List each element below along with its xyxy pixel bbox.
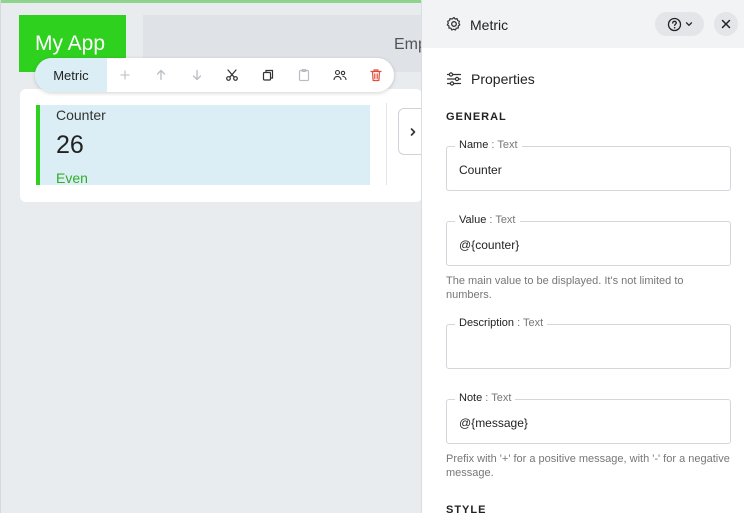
properties-section-header: Properties: [446, 71, 535, 87]
note-field-legend: Note : Text: [455, 392, 516, 404]
close-button[interactable]: [714, 12, 738, 36]
progress-accent-bar: [1, 0, 421, 3]
delete-button[interactable]: [358, 58, 394, 92]
chevron-down-icon: [685, 22, 692, 26]
gear-icon: [446, 16, 461, 31]
trash-icon: [370, 69, 382, 82]
toolbar-component-label[interactable]: Metric: [35, 58, 107, 92]
move-up-button[interactable]: [143, 58, 179, 92]
panel-title: Metric: [470, 17, 509, 33]
metric-value: 26: [56, 131, 84, 159]
panel-header: Metric: [422, 0, 744, 48]
move-down-button[interactable]: [179, 58, 215, 92]
metric-widget[interactable]: Counter 26 Even: [36, 105, 370, 185]
add-icon: [120, 70, 130, 80]
help-icon: [667, 17, 681, 31]
note-field-hint: Prefix with '+' for a positive message, …: [446, 453, 730, 479]
properties-section-label: Properties: [471, 71, 535, 87]
app-title: My App: [35, 32, 106, 55]
arrow-down-icon: [192, 69, 201, 81]
sliders-icon: [446, 72, 462, 86]
arrow-up-icon: [156, 69, 165, 81]
name-field-value: Counter: [459, 163, 502, 177]
card-divider: [386, 103, 387, 185]
close-icon: [721, 19, 731, 29]
help-button[interactable]: [655, 12, 704, 36]
general-group-title: GENERAL: [446, 111, 507, 123]
note-field-value: @{message}: [459, 416, 528, 430]
value-field-hint: The main value to be displayed. It's not…: [446, 275, 684, 301]
add-button[interactable]: [107, 58, 143, 92]
scissors-icon: [226, 69, 239, 81]
chevron-right-icon: [410, 127, 416, 136]
value-field-value: @{counter}: [459, 238, 520, 252]
metric-name: Counter: [56, 107, 106, 123]
users-icon: [333, 69, 347, 81]
name-field[interactable]: Name : Text Counter: [446, 139, 731, 191]
copy-button[interactable]: [250, 58, 286, 92]
description-field[interactable]: Description : Text: [446, 317, 731, 369]
name-field-legend: Name : Text: [455, 139, 522, 151]
collapse-button[interactable]: [398, 108, 421, 155]
metric-note: Even: [56, 170, 88, 185]
value-field[interactable]: Value : Text @{counter}: [446, 214, 731, 266]
component-toolbar: Metric: [35, 58, 394, 92]
style-group-title: STYLE: [446, 504, 487, 513]
description-field-legend: Description : Text: [455, 317, 548, 329]
value-field-legend: Value : Text: [455, 214, 520, 226]
properties-panel: Metric Properties GENERAL Name : Text Co…: [421, 0, 744, 513]
note-field[interactable]: Note : Text @{message}: [446, 392, 731, 444]
clipboard-icon: [299, 68, 310, 82]
header-text: Emp: [394, 36, 421, 53]
share-users-button[interactable]: [322, 58, 358, 92]
app-canvas: Emp My App Counter 26 Even Metric: [0, 0, 421, 513]
cut-button[interactable]: [215, 58, 251, 92]
copy-icon: [263, 69, 274, 81]
paste-button[interactable]: [286, 58, 322, 92]
